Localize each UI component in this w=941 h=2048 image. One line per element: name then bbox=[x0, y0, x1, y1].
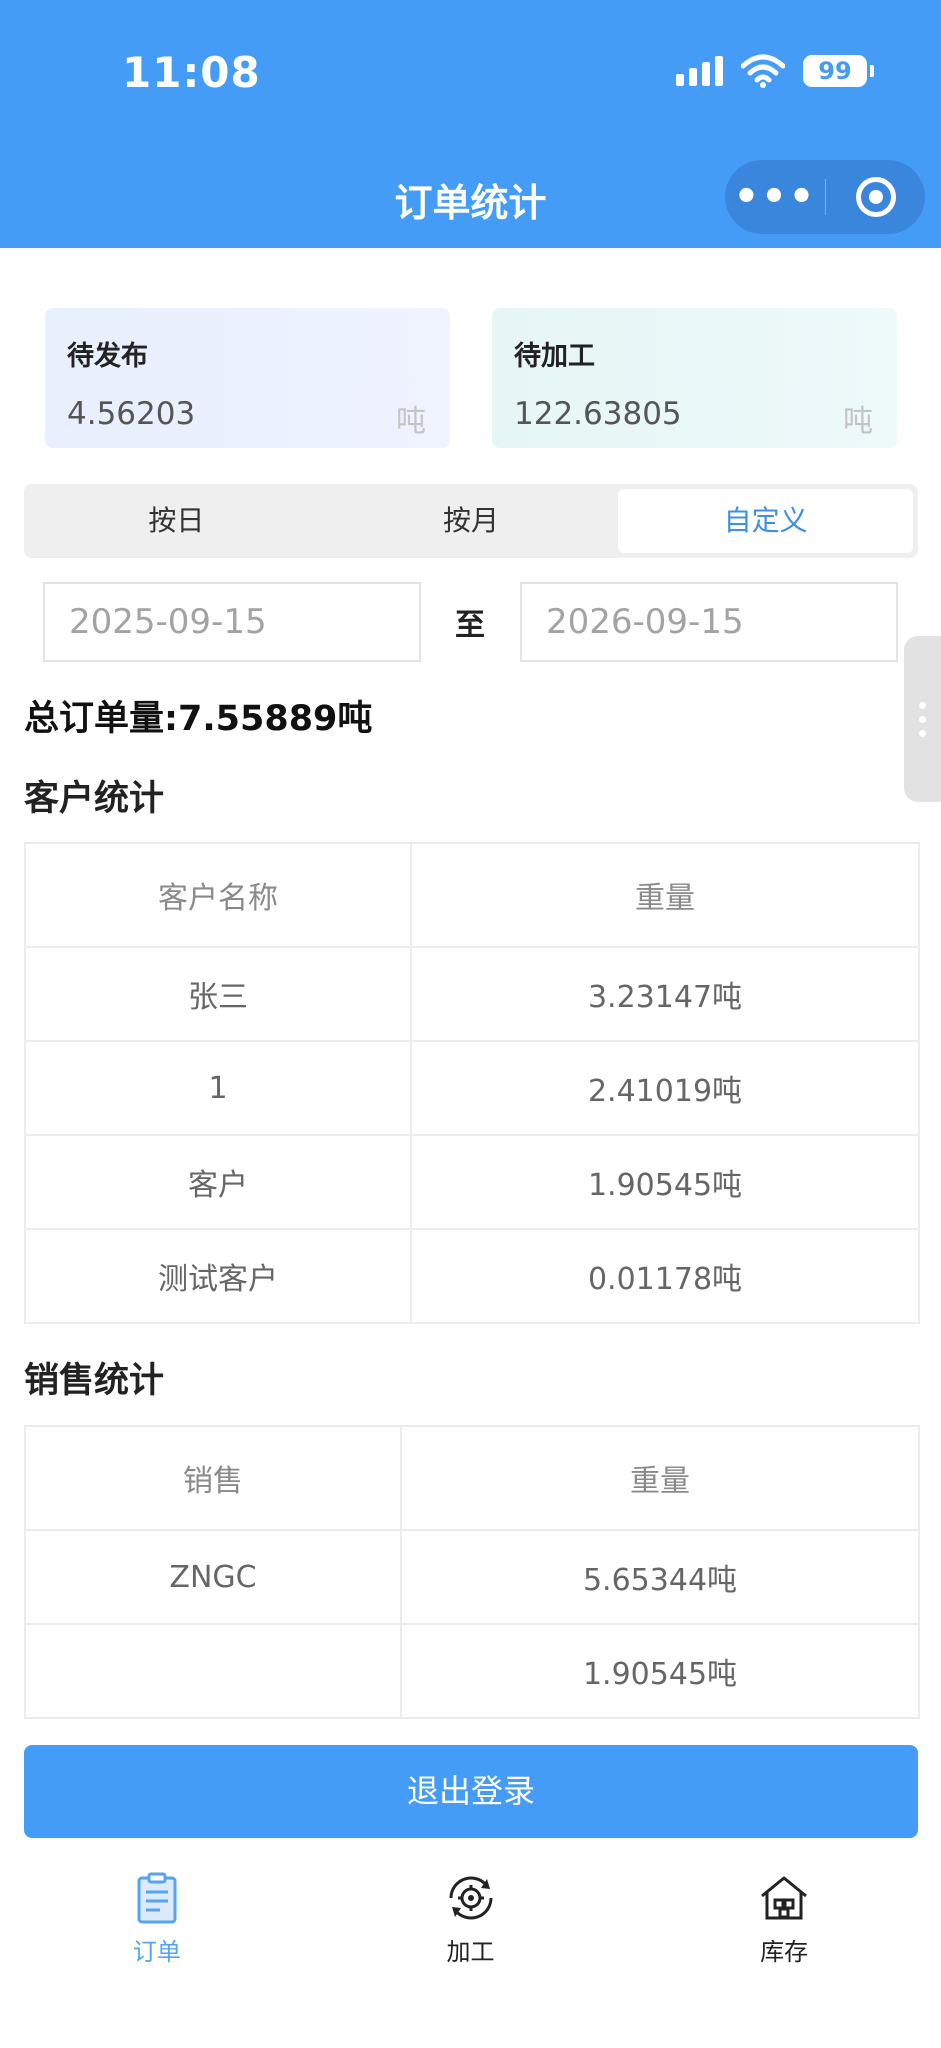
start-date-field[interactable]: 2025-09-15 bbox=[43, 582, 421, 662]
status-time: 11:08 bbox=[122, 48, 261, 97]
column-header: 重量 bbox=[400, 1425, 920, 1531]
sales-stats-table: 销售 重量 ZNGC 5.65344吨 1.90545吨 bbox=[24, 1425, 920, 1719]
total-order-amount: 总订单量:7.55889吨 bbox=[24, 699, 373, 739]
battery-icon: 99 bbox=[803, 55, 874, 87]
table-row: 张三 3.23147吨 bbox=[24, 946, 920, 1042]
logout-button[interactable]: 退出登录 bbox=[24, 1745, 918, 1838]
customer-name-cell: 客户 bbox=[24, 1134, 412, 1230]
sales-name-cell: ZNGC bbox=[24, 1529, 402, 1625]
customer-name-cell: 张三 bbox=[24, 946, 412, 1042]
header-bar: 11:08 99 订单统计 ••• bbox=[0, 0, 941, 248]
summary-title: 待加工 bbox=[514, 341, 595, 372]
side-drawer-handle[interactable] bbox=[904, 636, 941, 802]
sales-stats-title: 销售统计 bbox=[24, 1361, 165, 1401]
tabbar-label: 订单 bbox=[132, 1938, 181, 1966]
table-header-row: 销售 重量 bbox=[24, 1425, 920, 1531]
tabbar-item-processing[interactable]: 加工 bbox=[314, 1860, 628, 1980]
sales-name-cell bbox=[24, 1623, 402, 1719]
warehouse-icon bbox=[761, 1876, 808, 1920]
customer-name-cell: 测试客户 bbox=[24, 1228, 412, 1324]
customer-name-cell: 1 bbox=[24, 1040, 412, 1136]
wifi-icon bbox=[741, 54, 785, 88]
end-date-field[interactable]: 2026-09-15 bbox=[520, 582, 898, 662]
more-dots-icon[interactable]: ••• bbox=[725, 160, 825, 234]
clipboard-icon bbox=[137, 1872, 177, 1924]
weight-cell: 5.65344吨 bbox=[400, 1529, 920, 1625]
column-header: 重量 bbox=[410, 842, 920, 948]
summary-unit: 吨 bbox=[396, 404, 426, 439]
handle-dot bbox=[919, 701, 926, 709]
column-header: 销售 bbox=[24, 1425, 402, 1531]
tabbar-item-inventory[interactable]: 库存 bbox=[627, 1860, 941, 1980]
cellular-signal-icon bbox=[676, 56, 723, 86]
handle-dot bbox=[919, 715, 926, 723]
weight-cell: 3.23147吨 bbox=[410, 946, 920, 1042]
status-icons: 99 bbox=[676, 54, 874, 88]
summary-title: 待发布 bbox=[67, 341, 148, 372]
summary-value: 4.56203 bbox=[67, 396, 196, 432]
weight-cell: 2.41019吨 bbox=[410, 1040, 920, 1136]
weight-cell: 1.90545吨 bbox=[410, 1134, 920, 1230]
tabbar-item-orders[interactable]: 订单 bbox=[0, 1860, 314, 1980]
bottom-tab-bar: 订单 加工 库存 bbox=[0, 1860, 941, 1980]
weight-cell: 1.90545吨 bbox=[400, 1623, 920, 1719]
date-separator: 至 bbox=[455, 608, 485, 643]
handle-dot bbox=[919, 729, 926, 737]
table-row: ZNGC 5.65344吨 bbox=[24, 1529, 920, 1625]
summary-unit: 吨 bbox=[843, 404, 873, 439]
target-icon[interactable] bbox=[826, 177, 925, 217]
table-row: 1 2.41019吨 bbox=[24, 1040, 920, 1136]
table-header-row: 客户名称 重量 bbox=[24, 842, 920, 948]
tab-daily[interactable]: 按日 bbox=[29, 489, 324, 553]
customer-stats-title: 客户统计 bbox=[24, 779, 165, 819]
tab-monthly[interactable]: 按月 bbox=[324, 489, 619, 553]
period-tabs: 按日 按月 自定义 bbox=[24, 484, 918, 558]
tab-custom[interactable]: 自定义 bbox=[618, 489, 914, 553]
summary-card-pending-processing: 待加工 122.63805 吨 bbox=[492, 308, 897, 448]
summary-card-pending-publish: 待发布 4.56203 吨 bbox=[45, 308, 450, 448]
customer-stats-table: 客户名称 重量 张三 3.23147吨 1 2.41019吨 客户 1.9054… bbox=[24, 842, 920, 1324]
tabbar-label: 加工 bbox=[446, 1938, 495, 1966]
weight-cell: 0.01178吨 bbox=[410, 1228, 920, 1324]
summary-value: 122.63805 bbox=[514, 396, 682, 432]
table-row: 1.90545吨 bbox=[24, 1623, 920, 1719]
tabbar-label: 库存 bbox=[760, 1938, 809, 1966]
gear-cycle-icon bbox=[449, 1876, 492, 1920]
mini-program-capsule: ••• bbox=[725, 160, 925, 234]
table-row: 客户 1.90545吨 bbox=[24, 1134, 920, 1230]
table-row: 测试客户 0.01178吨 bbox=[24, 1228, 920, 1324]
column-header: 客户名称 bbox=[24, 842, 412, 948]
